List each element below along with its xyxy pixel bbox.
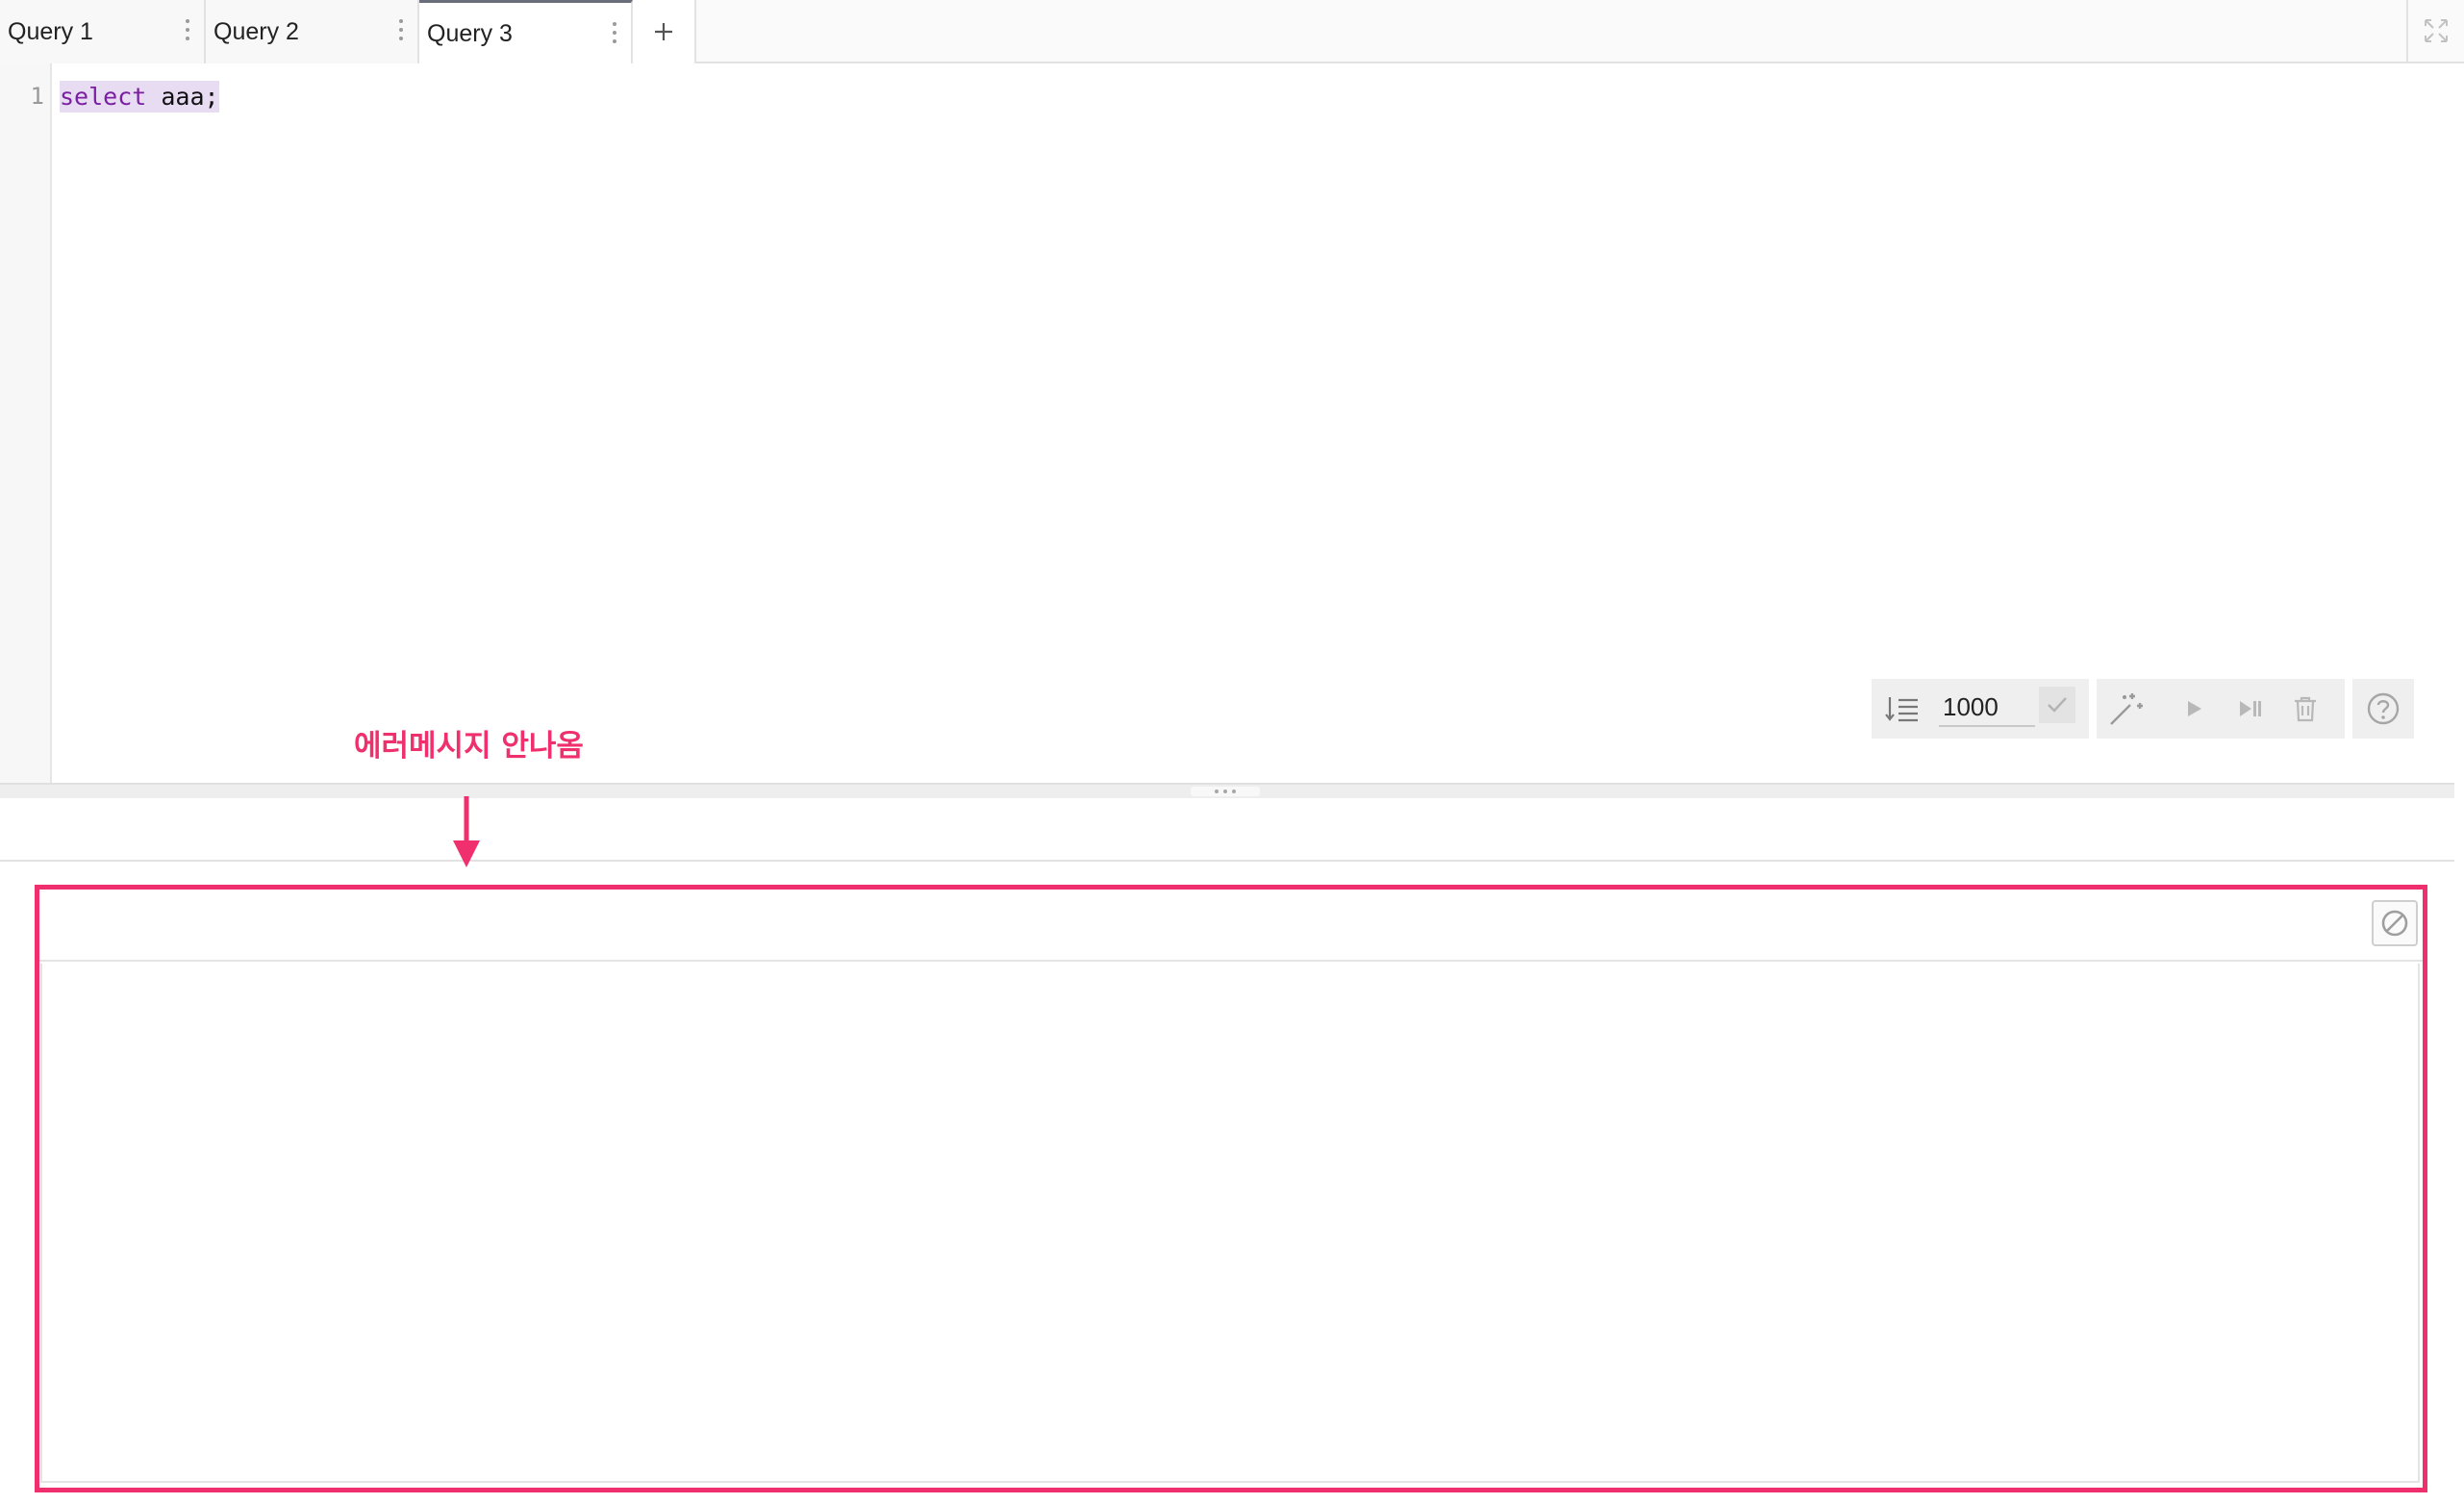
code-line[interactable]: select aaa; [60, 81, 219, 113]
sql-keyword: select [60, 83, 147, 111]
trash-icon [2295, 696, 2316, 722]
annotation-label: 에러메시지 안나옴 [354, 729, 584, 764]
format-query-button[interactable] [2099, 679, 2154, 739]
help-group [2352, 679, 2414, 739]
row-limit-group [1872, 679, 2089, 739]
tab-query-1[interactable]: Query 1 [0, 0, 206, 63]
play-icon [2188, 701, 2201, 716]
arrow-down-icon [453, 796, 480, 867]
plus-icon [655, 23, 672, 40]
fullscreen-button[interactable] [2406, 0, 2464, 62]
ban-icon [2381, 910, 2408, 937]
add-tab-button[interactable] [633, 0, 696, 63]
tab-query-2[interactable]: Query 2 [206, 0, 419, 63]
step-forward-icon [2240, 701, 2261, 716]
tab-label: Query 2 [214, 17, 299, 45]
sql-editor[interactable]: 1 select aaa; [0, 63, 2454, 783]
line-number: 1 [30, 83, 44, 110]
help-icon [2367, 692, 2400, 725]
expand-icon [2425, 19, 2448, 42]
line-number-gutter: 1 [0, 63, 52, 783]
magic-wand-icon [2110, 693, 2143, 725]
query-action-group [2097, 679, 2345, 739]
result-tab-bar [0, 798, 2454, 862]
apply-limit-button[interactable] [2039, 687, 2075, 723]
row-limit-icon [1885, 694, 1920, 728]
drag-handle-icon[interactable] [1191, 787, 1260, 796]
clear-editor-button[interactable] [2277, 679, 2333, 739]
result-panel [35, 885, 2427, 1491]
kebab-menu-icon[interactable] [398, 19, 404, 40]
query-tab-bar: Query 1 Query 2 Query 3 [0, 0, 2464, 65]
result-panel-toolbar [35, 885, 2427, 962]
tab-label: Query 1 [8, 17, 93, 45]
sql-identifier: aaa; [146, 83, 219, 111]
kebab-menu-icon[interactable] [185, 19, 190, 40]
clear-result-button[interactable] [2372, 900, 2418, 946]
row-limit-input[interactable] [1939, 689, 2035, 727]
tab-label: Query 3 [427, 20, 513, 47]
run-query-button[interactable] [2166, 679, 2222, 739]
help-button[interactable] [2355, 679, 2411, 739]
check-icon [2048, 697, 2067, 713]
tab-query-3[interactable]: Query 3 [419, 0, 633, 65]
run-step-button[interactable] [2222, 679, 2277, 739]
error-message-area [40, 964, 2420, 1483]
pane-splitter[interactable] [0, 783, 2454, 798]
kebab-menu-icon[interactable] [612, 22, 617, 43]
